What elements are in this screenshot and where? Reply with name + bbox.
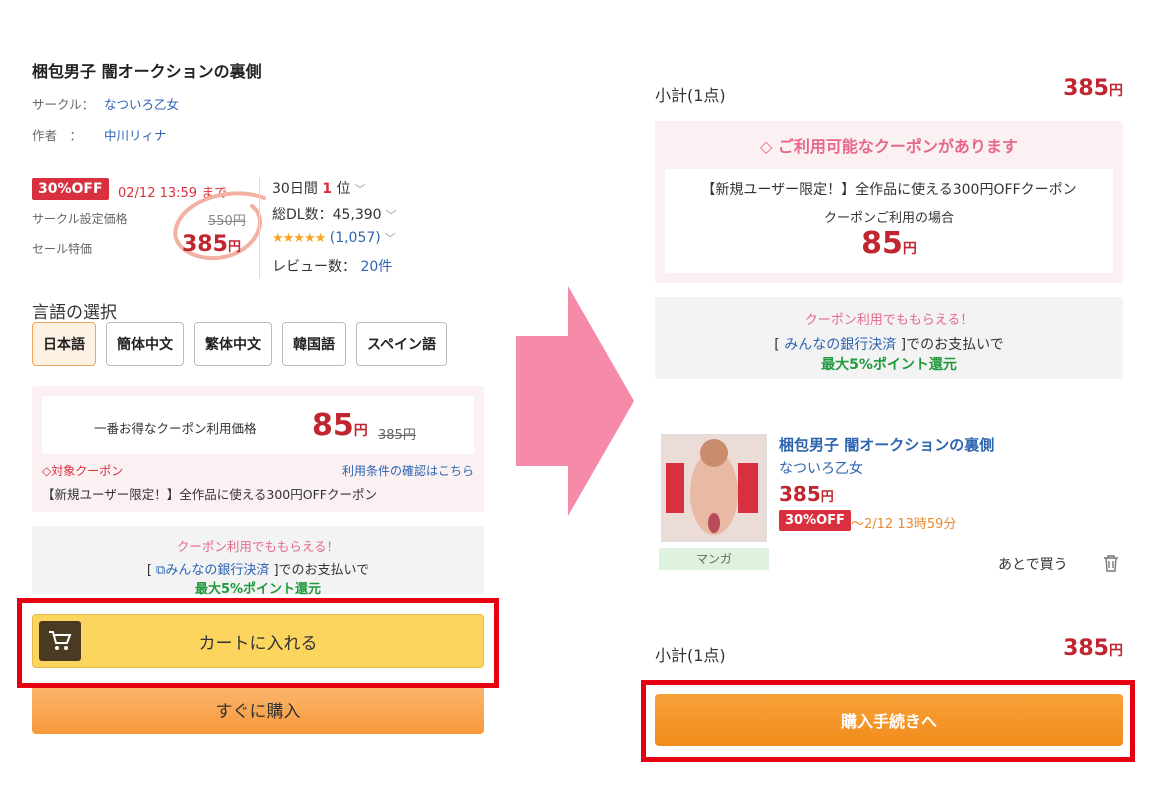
bank-promo-reward: 最大5%ポイント還元 xyxy=(821,357,957,373)
lang-simplified-chinese[interactable]: 簡体中文 xyxy=(106,322,184,366)
coupon-detail-price: 85円 xyxy=(861,226,917,261)
tag-icon: ◇ xyxy=(42,464,52,478)
cart-bank-payment-box: クーポン利用でももらえる！ [ みんなの銀行決済 ]でのお支払いで 最大5%ポイ… xyxy=(655,297,1123,379)
chevron-down-icon: ﹀ xyxy=(354,183,366,196)
language-options: 日本語 簡体中文 繁体中文 韓国語 スペイン語 xyxy=(32,322,448,366)
ticket-icon: ◇ xyxy=(760,137,778,156)
coupon-description: 【新規ユーザー限定！】全作品に使える300円OFFクーポン xyxy=(42,487,377,502)
cart-item-deadline: ～2/12 13時59分 xyxy=(851,517,957,532)
coupon-price-label: 一番お得なクーポン利用価格 xyxy=(94,421,257,436)
terms-link[interactable]: 利用条件の確認はこちら xyxy=(342,462,474,479)
circle-row: サークル： なついろ乙女 xyxy=(32,94,487,113)
bank-promo-text: [ ⧉みんなの銀行決済 ]でのお支払いで xyxy=(146,563,370,578)
cart-item-title[interactable]: 梱包男子 闇オークションの裏側 xyxy=(779,434,994,455)
cart-item: マンガ 梱包男子 闇オークションの裏側 なついろ乙女 385円 30%OFF ～… xyxy=(655,430,1123,573)
language-title: 言語の選択 xyxy=(32,303,117,323)
author-link[interactable]: 中川リィナ xyxy=(104,125,167,144)
subtotal-label: 小計(1点) xyxy=(655,646,726,665)
bank-payment-link[interactable]: ⧉みんなの銀行決済 xyxy=(156,563,269,578)
price-block: 30%OFF 02/12 13:59 まで サークル設定価格 550円 セール特… xyxy=(32,178,487,288)
highlight-frame-cart xyxy=(17,598,499,688)
circle-label: サークル： xyxy=(32,97,95,112)
target-coupon-link[interactable]: ◇対象クーポン xyxy=(42,462,123,479)
external-link-icon: ⧉ xyxy=(156,563,166,578)
available-coupon-heading: ◇ ご利用可能なクーポンがあります xyxy=(760,137,1018,156)
arrow-right-icon xyxy=(516,286,634,516)
coupon-detail-desc: 【新規ユーザー限定！】全作品に使える300円OFFクーポン xyxy=(701,182,1077,198)
bank-promo-title: クーポン利用でももらえる！ xyxy=(804,313,974,328)
cart-item-price: 385円 xyxy=(779,482,834,506)
coupon-price-box: 一番お得なクーポン利用価格 85円 385円 ◇対象クーポン 利用条件の確認はこ… xyxy=(32,386,484,512)
circle-price-label: サークル設定価格 xyxy=(32,212,128,226)
circle-link[interactable]: なついろ乙女 xyxy=(104,94,179,113)
coupon-detail: 【新規ユーザー限定！】全作品に使える300円OFFクーポン クーポンご利用の場合… xyxy=(665,169,1113,273)
lang-traditional-chinese[interactable]: 繁体中文 xyxy=(194,322,272,366)
bank-promo-reward: 最大5%ポイント還元 xyxy=(194,582,322,597)
coupon-old-price: 385円 xyxy=(378,428,416,443)
coupon-price: 85円 xyxy=(312,408,368,443)
rating[interactable]: ★★★★★ (1,057) ﹀ xyxy=(272,230,396,246)
cart-item-discount-badge: 30%OFF xyxy=(779,510,851,531)
ranking[interactable]: 30日間 1 位 ﹀ xyxy=(272,178,365,198)
subtotal-value: 385円 xyxy=(1063,636,1123,661)
author-label: 作者 ： xyxy=(32,128,83,143)
lang-japanese[interactable]: 日本語 xyxy=(32,322,96,366)
product-title: 梱包男子 闇オークションの裏側 xyxy=(32,62,262,81)
product-cover-image[interactable] xyxy=(661,434,767,542)
bank-payment-link[interactable]: みんなの銀行決済 xyxy=(784,337,896,353)
coupon-detail-when: クーポンご利用の場合 xyxy=(823,211,954,226)
subtotal-bottom: 小計(1点) 385円 xyxy=(655,636,1123,672)
trash-icon[interactable] xyxy=(1103,554,1119,576)
bank-promo-title: クーポン利用でももらえる！ xyxy=(176,539,340,554)
coupon-price-inner: 一番お得なクーポン利用価格 85円 385円 xyxy=(42,396,474,454)
bank-promo-text: [ みんなの銀行決済 ]でのお支払いで xyxy=(774,337,1004,353)
review-link[interactable]: 20件 xyxy=(360,259,392,275)
sale-price-label: セール特価 xyxy=(32,242,93,256)
review-count: レビュー数： 20件 xyxy=(272,259,393,275)
cart-item-circle[interactable]: なついろ乙女 xyxy=(779,458,863,478)
genre-tag: マンガ xyxy=(659,548,769,570)
sale-price: 385円 xyxy=(182,232,241,257)
lang-korean[interactable]: 韓国語 xyxy=(282,322,346,366)
download-count[interactable]: 総DL数：45,390 ﹀ xyxy=(272,204,397,224)
divider xyxy=(259,178,260,278)
chevron-down-icon: ﹀ xyxy=(384,232,396,245)
highlight-frame-checkout xyxy=(641,680,1135,762)
chevron-down-icon: ﹀ xyxy=(385,209,397,222)
subtotal-label: 小計(1点) xyxy=(655,86,726,105)
available-coupon-box: ◇ ご利用可能なクーポンがあります 【新規ユーザー限定！】全作品に使える300円… xyxy=(655,121,1123,283)
discount-badge: 30%OFF xyxy=(32,178,109,200)
subtotal-top: 小計(1点) 385円 xyxy=(655,76,1123,112)
author-row: 作者 ： 中川リィナ xyxy=(32,125,487,144)
bank-payment-box: クーポン利用でももらえる！ [ ⧉みんなの銀行決済 ]でのお支払いで 最大5%ポ… xyxy=(32,526,484,597)
lang-spanish[interactable]: スペイン語 xyxy=(356,322,448,366)
product-detail-panel: 梱包男子 闇オークションの裏側 サークル： なついろ乙女 作者 ： 中川リィナ … xyxy=(32,58,487,734)
buy-now-button[interactable]: すぐに購入 xyxy=(32,684,484,734)
star-rating-icon: ★★★★★ xyxy=(272,231,326,246)
subtotal-value: 385円 xyxy=(1063,76,1123,101)
save-for-later-button[interactable]: あとで買う xyxy=(998,554,1068,574)
